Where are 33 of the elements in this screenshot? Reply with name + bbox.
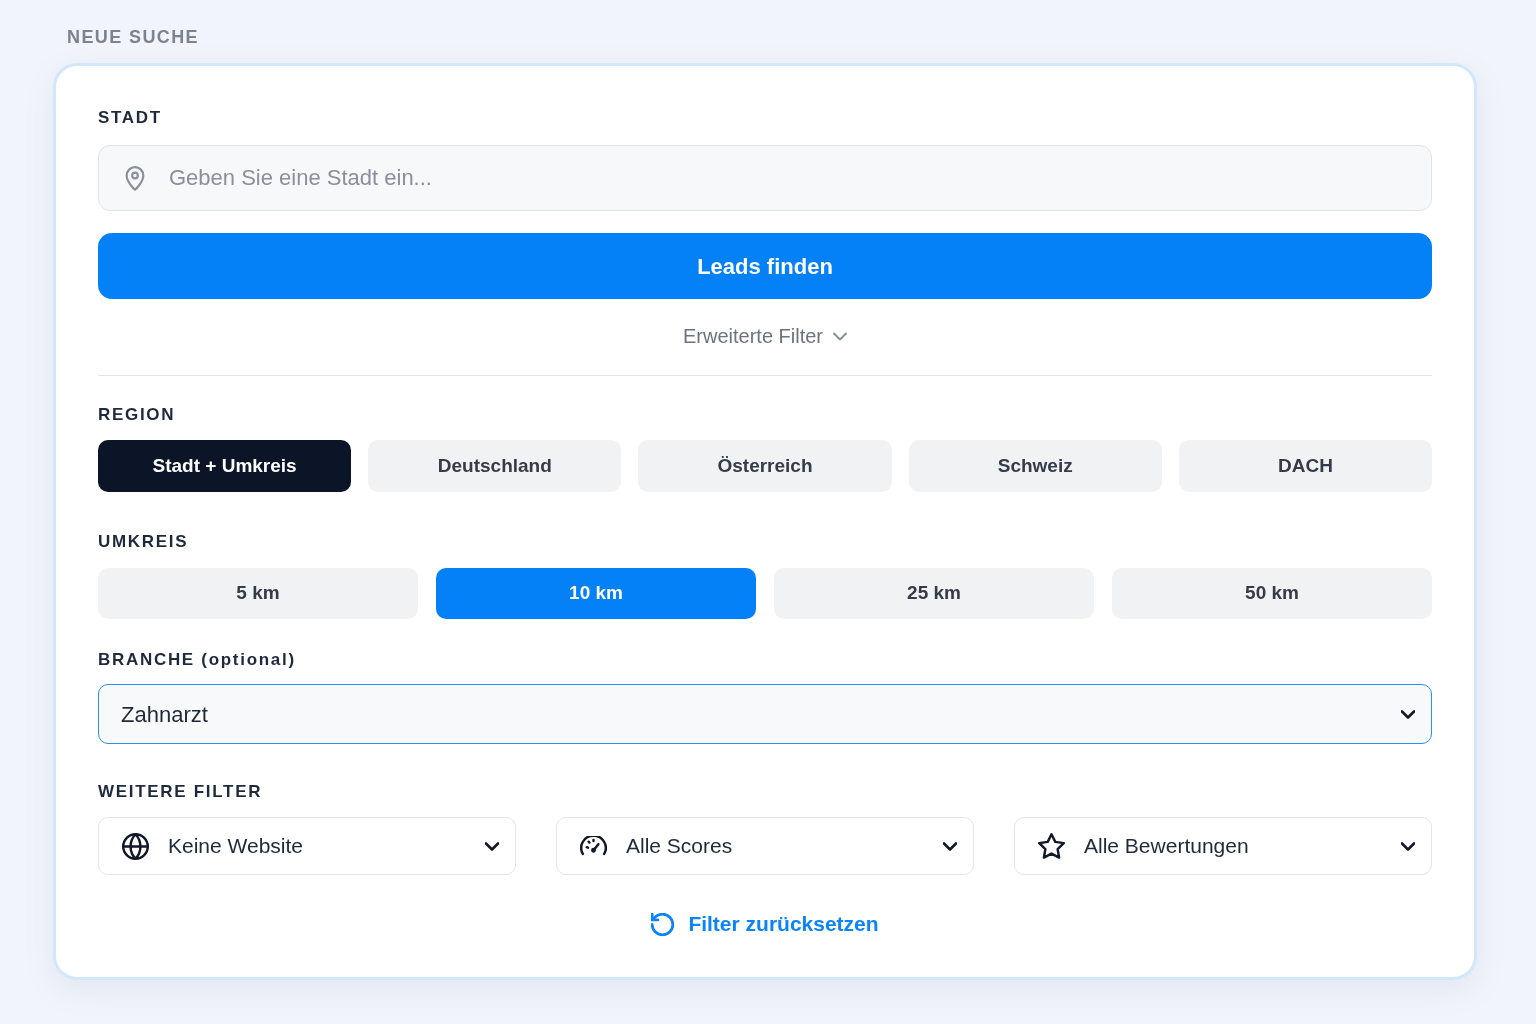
globe-icon — [122, 832, 149, 860]
star-icon — [1038, 832, 1065, 860]
score-filter-select[interactable]: Alle Scores — [556, 817, 974, 875]
reset-filters-link[interactable]: Filter zurücksetzen — [651, 911, 879, 937]
reset-icon — [651, 912, 675, 936]
region-tab[interactable]: Österreich — [638, 440, 892, 492]
region-tab[interactable]: DACH — [1178, 440, 1432, 492]
radius-tab[interactable]: 50 km — [1112, 568, 1432, 619]
location-pin-icon — [125, 166, 145, 191]
field-label: UMKREIS — [98, 532, 189, 552]
city-input-field[interactable]: Geben Sie eine Stadt ein... — [98, 145, 1432, 211]
rating-filter-select[interactable]: Alle Bewertungen — [1014, 817, 1432, 875]
region-tab[interactable]: Stadt + Umkreis — [98, 440, 352, 492]
field-label: BRANCHE (optional) — [98, 650, 296, 670]
region-tab[interactable]: Deutschland — [368, 440, 622, 492]
field-label: STADT — [98, 108, 162, 128]
region-tab[interactable]: Schweiz — [908, 440, 1162, 492]
chevron-down-icon — [943, 841, 957, 851]
chevron-down-icon — [1401, 841, 1415, 851]
radius-tab[interactable]: 10 km — [436, 568, 756, 619]
industry-select[interactable]: Zahnarzt — [98, 684, 1432, 744]
chevron-down-icon — [485, 841, 499, 851]
section-heading: NEUE SUCHE — [67, 26, 200, 48]
field-label: REGION — [98, 405, 176, 425]
website-filter-select[interactable]: Keine Website — [98, 817, 516, 875]
chevron-down-icon — [833, 331, 847, 341]
radius-tab[interactable]: 25 km — [774, 568, 1094, 619]
advanced-filters-toggle[interactable]: Erweiterte Filter — [683, 324, 847, 348]
radius-tab[interactable]: 5 km — [98, 568, 418, 619]
field-label: WEITERE FILTER — [98, 782, 263, 802]
gauge-icon — [580, 836, 607, 856]
chevron-down-icon — [1401, 709, 1415, 719]
find-leads-button[interactable]: Leads finden — [98, 233, 1432, 299]
